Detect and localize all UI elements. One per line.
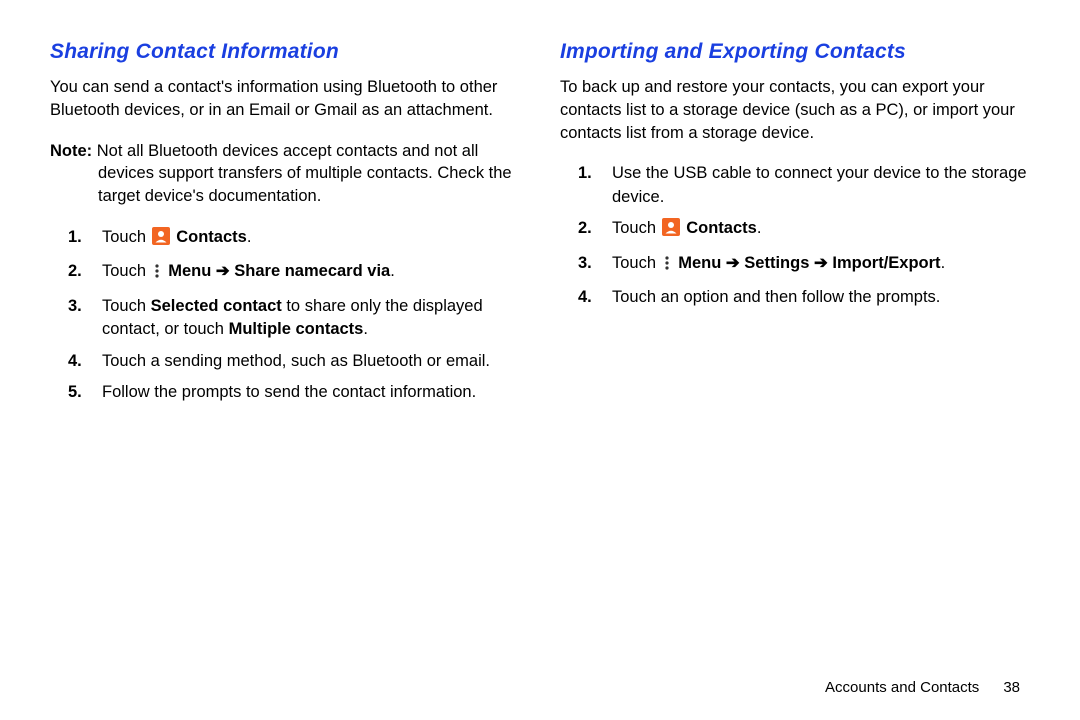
step-3: 3. Touch Selected contact to share only … [98,295,520,342]
menu-icon [152,263,162,286]
note-label: Note: [50,142,92,160]
step-number: 5. [68,381,82,404]
contacts-icon [662,218,680,243]
step-number: 3. [578,252,592,275]
heading-importing: Importing and Exporting Contacts [560,40,1030,64]
right-column: Importing and Exporting Contacts To back… [560,40,1030,679]
footer-section: Accounts and Contacts [825,679,979,696]
menu-label: Menu [164,262,216,280]
arrow-icon: ➔ [216,262,230,280]
period: . [247,228,252,246]
share-label: Share namecard via [230,262,391,280]
settings-label: Settings [740,254,814,272]
step-number: 1. [68,226,82,249]
intro-sharing: You can send a contact's information usi… [50,76,520,122]
step-text: Touch [102,297,151,315]
page-number: 38 [1003,679,1020,696]
step-number: 4. [68,350,82,373]
multiple-contacts-label: Multiple contacts [229,320,364,338]
step-text: Touch an option and then follow the prom… [612,288,940,306]
step-number: 2. [578,217,592,240]
step-3: 3. Touch Menu ➔ Settings ➔ Import/Export… [608,252,1030,278]
left-column: Sharing Contact Information You can send… [50,40,520,679]
period: . [390,262,395,280]
step-number: 1. [578,162,592,185]
step-number: 3. [68,295,82,318]
step-text: Touch a sending method, such as Bluetoot… [102,352,490,370]
note-text: Not all Bluetooth devices accept contact… [92,142,511,206]
step-2: 2. Touch Menu ➔ Share namecard via. [98,260,520,286]
page-footer: Accounts and Contacts 38 [50,679,1030,700]
contacts-label: Contacts [172,228,247,246]
contacts-label: Contacts [682,219,757,237]
period: . [941,254,946,272]
arrow-icon: ➔ [726,254,740,272]
menu-icon [662,255,672,278]
intro-importing: To back up and restore your contacts, yo… [560,76,1030,144]
import-export-label: Import/Export [828,254,941,272]
heading-sharing: Sharing Contact Information [50,40,520,64]
step-text: Touch [102,228,151,246]
arrow-icon: ➔ [814,254,828,272]
step-text: Touch [102,262,151,280]
step-4: 4. Touch a sending method, such as Bluet… [98,350,520,373]
manual-page: Sharing Contact Information You can send… [0,0,1080,720]
step-text: Touch [612,219,661,237]
steps-importing: 1. Use the USB cable to connect your dev… [560,162,1030,309]
step-text: Use the USB cable to connect your device… [612,164,1027,205]
steps-sharing: 1. Touch Contacts. 2. Touch Menu ➔ Share… [50,226,520,405]
step-1: 1. Use the USB cable to connect your dev… [608,162,1030,209]
contacts-icon [152,227,170,252]
period: . [757,219,762,237]
period: . [363,320,368,338]
step-1: 1. Touch Contacts. [98,226,520,252]
step-2: 2. Touch Contacts. [608,217,1030,243]
menu-label: Menu [674,254,726,272]
step-5: 5. Follow the prompts to send the contac… [98,381,520,404]
step-number: 4. [578,286,592,309]
step-number: 2. [68,260,82,283]
step-text: Follow the prompts to send the contact i… [102,383,476,401]
columns: Sharing Contact Information You can send… [50,40,1030,679]
step-4: 4. Touch an option and then follow the p… [608,286,1030,309]
selected-contact-label: Selected contact [151,297,282,315]
note-block: Note: Not all Bluetooth devices accept c… [50,140,520,208]
step-text: Touch [612,254,661,272]
